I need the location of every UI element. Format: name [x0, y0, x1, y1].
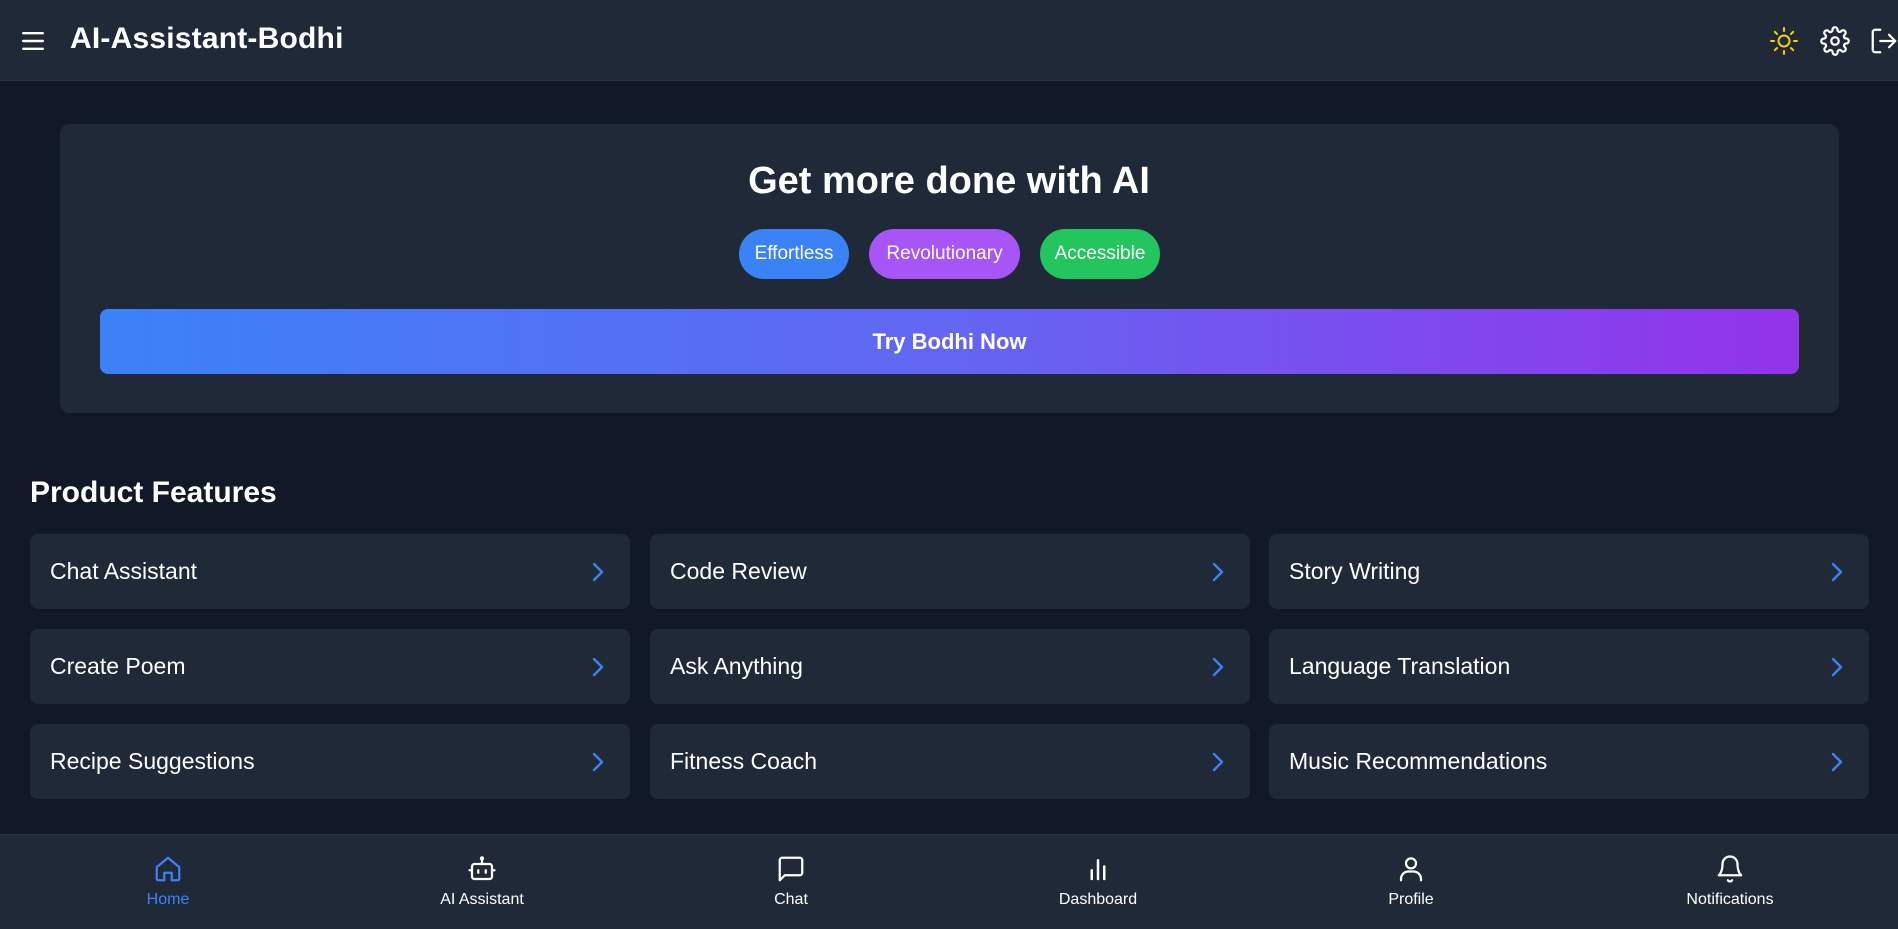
- feature-label: Story Writing: [1289, 558, 1421, 584]
- chevron-right-icon: [1825, 655, 1849, 679]
- feature-label: Recipe Suggestions: [50, 748, 255, 774]
- feature-label: Code Review: [670, 558, 807, 584]
- nav-item-notifications[interactable]: Notifications: [1650, 853, 1810, 917]
- feature-label: Language Translation: [1289, 653, 1511, 679]
- feature-card-create-poem[interactable]: Create Poem: [30, 629, 630, 704]
- nav-label: Profile: [1388, 891, 1434, 908]
- hero-title: Get more done with AI: [748, 160, 1150, 202]
- pill-effortless[interactable]: Effortless: [739, 229, 849, 279]
- nav-label: Dashboard: [1058, 891, 1138, 908]
- feature-label: Music Recommendations: [1289, 748, 1548, 774]
- try-bodhi-button[interactable]: Try Bodhi Now: [100, 309, 1799, 374]
- feature-card-language-translation[interactable]: Language Translation: [1269, 629, 1869, 704]
- feature-label: Ask Anything: [670, 653, 803, 679]
- nav-item-profile[interactable]: Profile: [1331, 853, 1491, 917]
- top-header: AI-Assistant-Bodhi: [0, 0, 1898, 81]
- pill-accessible[interactable]: Accessible: [1040, 229, 1160, 279]
- feature-card-music-recommendations[interactable]: Music Recommendations: [1269, 724, 1869, 799]
- feature-label: Fitness Coach: [670, 748, 818, 774]
- chevron-right-icon: [586, 560, 610, 584]
- nav-label: Notifications: [1686, 891, 1774, 908]
- section-title-features: Product Features: [30, 476, 277, 509]
- robot-icon: [466, 853, 498, 885]
- chevron-right-icon: [1206, 655, 1230, 679]
- gear-icon[interactable]: [1819, 25, 1851, 57]
- nav-label: AI Assistant: [440, 891, 524, 908]
- menu-icon[interactable]: [20, 27, 48, 55]
- chevron-right-icon: [1206, 750, 1230, 774]
- feature-card-fitness-coach[interactable]: Fitness Coach: [650, 724, 1250, 799]
- feature-card-recipe-suggestions[interactable]: Recipe Suggestions: [30, 724, 630, 799]
- app-root: AI-Assistant-Bodhi Get more done with AI…: [0, 0, 1898, 929]
- nav-item-dashboard[interactable]: Dashboard: [1018, 853, 1178, 917]
- feature-card-ask-anything[interactable]: Ask Anything: [650, 629, 1250, 704]
- chevron-right-icon: [1206, 560, 1230, 584]
- pill-revolutionary[interactable]: Revolutionary: [869, 229, 1020, 279]
- nav-item-ai-assistant[interactable]: AI Assistant: [402, 853, 562, 917]
- feature-label: Chat Assistant: [50, 558, 198, 584]
- feature-label: Create Poem: [50, 653, 186, 679]
- bar-chart-icon: [1082, 853, 1114, 885]
- logout-icon[interactable]: [1868, 25, 1898, 57]
- nav-label: Home: [146, 891, 190, 908]
- home-icon: [152, 853, 184, 885]
- nav-label: Chat: [774, 891, 808, 908]
- chat-icon: [775, 853, 807, 885]
- bell-icon: [1714, 853, 1746, 885]
- sun-icon[interactable]: [1768, 25, 1800, 57]
- feature-card-story-writing[interactable]: Story Writing: [1269, 534, 1869, 609]
- feature-card-code-review[interactable]: Code Review: [650, 534, 1250, 609]
- chevron-right-icon: [1825, 750, 1849, 774]
- feature-card-chat-assistant[interactable]: Chat Assistant: [30, 534, 630, 609]
- chevron-right-icon: [1825, 560, 1849, 584]
- nav-item-home[interactable]: Home: [88, 853, 248, 917]
- chevron-right-icon: [586, 655, 610, 679]
- nav-item-chat[interactable]: Chat: [711, 853, 871, 917]
- app-title: AI-Assistant-Bodhi: [70, 22, 344, 55]
- bottom-nav: Home AI Assistant Chat Dashboard Profile…: [0, 834, 1898, 929]
- user-icon: [1395, 853, 1427, 885]
- chevron-right-icon: [586, 750, 610, 774]
